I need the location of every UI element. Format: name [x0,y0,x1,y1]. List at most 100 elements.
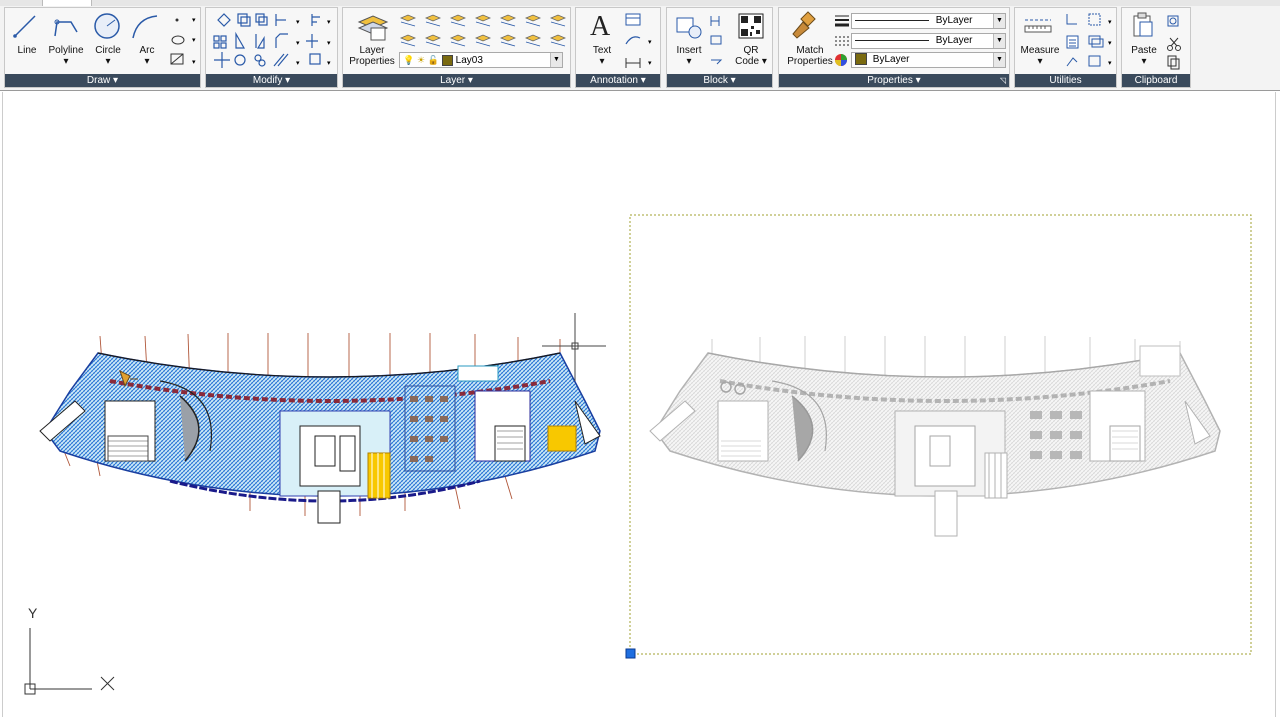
mirror-icon [255,34,265,49]
chevron-down-icon: ▼ [993,34,1005,48]
chevron-down-icon: ▼ [550,53,562,67]
polyline-button[interactable]: Polyline ▾ [46,45,86,67]
layer-title-label: Layer [440,75,466,86]
table-icon [625,13,641,26]
svg-text:▾: ▾ [1108,60,1112,67]
copy-icon [1167,55,1180,70]
explode-icon [306,34,318,48]
drawing-area[interactable]: Y [0,91,1280,720]
ribbon: ▾ ▾ ▾ Line Polyline ▾ Circle ▾ Arc ▾ Draw ▾ [0,0,1280,91]
floor-plan-copy[interactable] [649,336,1221,537]
id-point-icon [1066,14,1077,25]
layer-properties-button[interactable]: Layer Properties [346,45,398,67]
modify-icons: ▾ ▾ ▾ ▾ ▾ ▾ [213,13,331,68]
panel-launcher-icon[interactable]: ◹ [1000,74,1006,87]
measure-button[interactable]: Measure ▾ [1018,45,1062,67]
rotate-icon [234,54,246,66]
insert-label: Insert [676,45,702,56]
selection-grip[interactable] [625,648,636,659]
arc-label: Arc [139,45,155,56]
qr-code-icon [738,13,764,39]
polyline-label: Polyline [48,45,84,56]
block-panel: Insert ▾ QR Code ▾ Block ▾ [666,7,773,88]
clipboard-title-label: Clipboard [1134,75,1178,86]
dimension-icon [625,58,641,68]
utilities-title-label: Utilities [1049,75,1082,86]
svg-text:▾: ▾ [192,37,196,44]
color-wheel-icon [835,54,847,66]
svg-text:▾: ▾ [296,19,300,26]
lineweight-dropdown[interactable]: ByLayer ▼ [851,13,1006,29]
layer-panel-title[interactable]: Layer ▾ [343,74,570,87]
ucs-icon [24,628,115,695]
match-label-2: Properties [787,56,833,67]
lock-icon: 🔓 [427,55,440,65]
measure-label: Measure [1020,45,1060,56]
arc-icon [132,15,158,39]
block-panel-title[interactable]: Block ▾ [667,74,772,87]
clipboard-panel: Paste ▾ Clipboard [1121,7,1191,88]
qr-code-button[interactable]: QR Code ▾ [733,45,769,67]
modify-panel-title[interactable]: Modify ▾ [206,74,337,87]
svg-text:▾: ▾ [192,17,196,24]
circle-label: Circle [95,45,121,56]
leader-icon [625,36,641,45]
create-block-icon [710,16,720,26]
draw-panel: ▾ ▾ ▾ Line Polyline ▾ Circle ▾ Arc ▾ Draw ▾ [4,7,201,88]
layer-panel: Layer Properties 💡 ☀ 🔓 Lay03 ▼ Layer ▾ [342,7,571,88]
text-button[interactable]: Text ▾ [586,45,618,67]
measure-icon [1024,19,1052,33]
match-label-1: Match [796,45,824,56]
trim-icon [235,31,246,49]
chevron-down-icon: ▼ [993,14,1005,28]
clipboard-panel-title[interactable]: Clipboard [1122,74,1190,87]
svg-text:▾: ▾ [327,19,331,26]
floor-plan-original[interactable] [39,333,601,524]
tab-home[interactable] [42,0,92,6]
lineweight-icon [835,15,849,27]
svg-text:▾: ▾ [296,60,300,67]
cut-icon [1167,37,1181,51]
qr-label-2: Code [735,56,760,67]
line-button[interactable]: Line [12,45,42,56]
copy-icon [237,13,248,24]
match-properties-icon [792,11,816,39]
chevron-down-icon: ▼ [993,53,1005,67]
group-icon [1088,35,1104,48]
draw-panel-title[interactable]: Draw ▾ [5,74,200,87]
circle-button[interactable]: Circle ▾ [91,45,125,67]
color-dropdown[interactable]: ByLayer ▼ [851,52,1006,68]
line-sample [855,39,929,41]
align-icon [309,53,321,65]
utilities-panel-title[interactable]: Utilities [1015,74,1116,87]
paste-label: Paste [1131,45,1157,56]
line-sample [855,19,929,21]
block-title-label: Block [703,75,728,86]
array-icon [213,35,220,42]
properties-panel: Match Properties ByLayer ▼ ByLayer ▼ ByL… [778,7,1010,88]
arc-button[interactable]: Arc ▾ [132,45,162,67]
linetype-icon [835,36,849,46]
annotation-title-label: Annotation [590,75,638,86]
hatch-icon [170,53,184,65]
insert-button[interactable]: Insert ▾ [671,45,707,67]
layer-properties-label-2: Properties [349,56,395,67]
insert-icon [676,17,702,39]
layer-dropdown[interactable]: 💡 ☀ 🔓 Lay03 ▼ [399,52,563,68]
annotation-panel-title[interactable]: Annotation ▾ [576,74,660,87]
lineweight-value: ByLayer [935,15,973,26]
extend-icon [214,52,230,68]
svg-text:▾: ▾ [192,59,196,66]
paste-button[interactable]: Paste ▾ [1126,45,1162,67]
svg-text:▾: ▾ [1108,19,1112,26]
ribbon-tab-bar [0,0,1280,6]
properties-title-label: Properties [867,75,913,86]
layer-color-swatch [441,54,453,66]
circle-icon [94,13,120,39]
quick-select-icon [1066,57,1078,67]
color-swatch [855,53,867,66]
properties-panel-title[interactable]: Properties ▾ ◹ [779,74,1009,87]
attribute-icon [711,59,723,65]
linetype-dropdown[interactable]: ByLayer ▼ [851,33,1006,49]
match-properties-button[interactable]: Match Properties [785,45,835,67]
